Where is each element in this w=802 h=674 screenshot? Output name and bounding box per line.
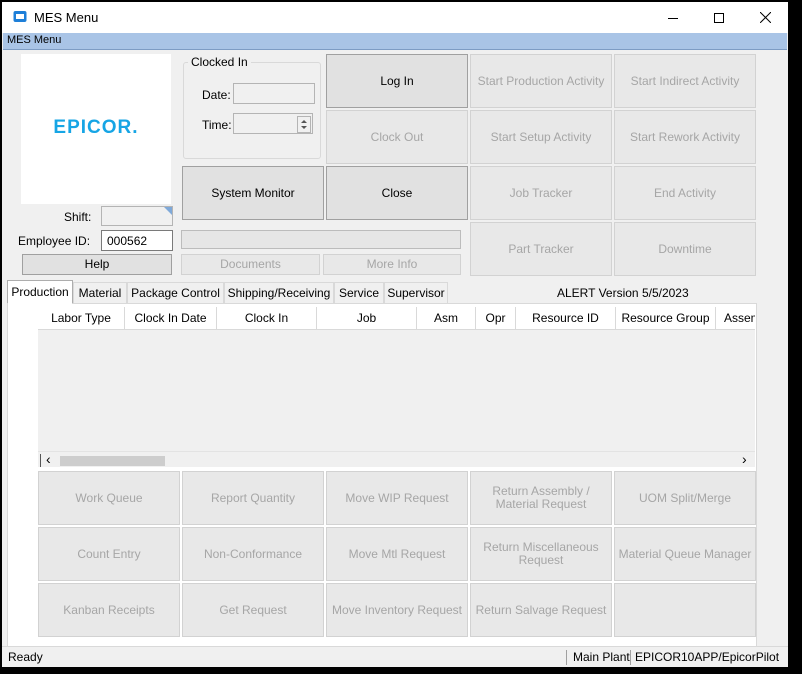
status-bar: Ready Main Plant EPICOR10APP/EpicorPilot xyxy=(2,646,788,667)
mes-window: MES Menu MES Menu EPICOR. Clocked In Dat… xyxy=(2,2,788,667)
start-indirect-button[interactable]: Start Indirect Activity xyxy=(614,54,756,108)
col-resource-group[interactable]: Resource Group xyxy=(616,307,716,329)
close-icon xyxy=(759,12,771,23)
title-bar: MES Menu xyxy=(2,2,788,33)
tab-production[interactable]: Production xyxy=(7,280,73,304)
dropdown-corner-icon xyxy=(164,207,172,215)
labor-grid[interactable]: Labor Type Clock In Date Clock In Job As… xyxy=(38,307,755,467)
clocked-in-title: Clocked In xyxy=(188,55,251,69)
material-queue-manager-button[interactable]: Material Queue Manager xyxy=(614,527,756,581)
employee-id-label: Employee ID: xyxy=(18,234,91,248)
employee-id-field[interactable]: 000562 xyxy=(101,230,173,251)
col-asm[interactable]: Asm xyxy=(417,307,476,329)
col-clock-in-date[interactable]: Clock In Date xyxy=(125,307,217,329)
part-tracker-button[interactable]: Part Tracker xyxy=(470,222,612,276)
maximize-button[interactable] xyxy=(696,2,742,33)
downtime-button[interactable]: Downtime xyxy=(614,222,756,276)
get-request-button[interactable]: Get Request xyxy=(182,583,324,637)
time-label: Time: xyxy=(202,118,232,132)
shift-label: Shift: xyxy=(64,210,92,224)
date-label: Date: xyxy=(202,88,231,102)
return-salvage-request-button[interactable]: Return Salvage Request xyxy=(470,583,612,637)
end-activity-button[interactable]: End Activity xyxy=(614,166,756,220)
kanban-receipts-button[interactable]: Kanban Receipts xyxy=(38,583,180,637)
status-separator xyxy=(630,650,631,665)
menu-bar-label[interactable]: MES Menu xyxy=(7,34,61,46)
minimize-button[interactable] xyxy=(650,2,696,33)
work-queue-button[interactable]: Work Queue xyxy=(38,471,180,525)
maximize-icon xyxy=(714,12,724,23)
scroll-thumb[interactable] xyxy=(60,456,165,466)
scroll-edge-marker xyxy=(40,454,41,467)
return-miscellaneous-button[interactable]: Return Miscellaneous Request xyxy=(470,527,612,581)
tab-supervisor[interactable]: Supervisor xyxy=(384,282,448,303)
mes-app-icon xyxy=(13,11,27,22)
col-assembly[interactable]: Assem xyxy=(716,307,755,329)
job-tracker-button[interactable]: Job Tracker xyxy=(470,166,612,220)
uom-split-merge-button[interactable]: UOM Split/Merge xyxy=(614,471,756,525)
system-monitor-button[interactable]: System Monitor xyxy=(182,166,324,220)
status-separator xyxy=(566,650,567,665)
date-field xyxy=(233,83,315,104)
start-rework-button[interactable]: Start Rework Activity xyxy=(614,110,756,164)
start-setup-button[interactable]: Start Setup Activity xyxy=(470,110,612,164)
tab-material[interactable]: Material xyxy=(73,282,127,303)
epicor-logo: EPICOR. xyxy=(53,117,139,138)
col-opr[interactable]: Opr xyxy=(476,307,516,329)
logo-panel: EPICOR. xyxy=(21,54,171,204)
grid-horizontal-scrollbar[interactable]: ‹ › xyxy=(38,451,755,467)
move-inventory-request-button[interactable]: Move Inventory Request xyxy=(326,583,468,637)
tab-service[interactable]: Service xyxy=(334,282,384,303)
count-entry-button[interactable]: Count Entry xyxy=(38,527,180,581)
time-spinner xyxy=(297,116,311,133)
alert-version-text: ALERT Version 5/5/2023 xyxy=(557,286,689,300)
non-conformance-button[interactable]: Non-Conformance xyxy=(182,527,324,581)
more-info-button[interactable]: More Info xyxy=(323,254,461,275)
tab-shipping-receiving[interactable]: Shipping/Receiving xyxy=(224,282,334,303)
shift-field[interactable] xyxy=(101,206,173,226)
close-window-button[interactable] xyxy=(742,2,788,33)
return-assembly-material-button[interactable]: Return Assembly / Material Request xyxy=(470,471,612,525)
time-field xyxy=(233,113,313,134)
window-title: MES Menu xyxy=(34,10,99,25)
col-labor-type[interactable]: Labor Type xyxy=(38,307,125,329)
status-progress-bar xyxy=(181,230,461,249)
status-plant: Main Plant xyxy=(573,650,630,664)
help-button[interactable]: Help xyxy=(22,254,172,275)
col-resource-id[interactable]: Resource ID xyxy=(516,307,616,329)
empty-action-button xyxy=(614,583,756,637)
menu-bar: MES Menu xyxy=(3,33,787,50)
tab-package-control[interactable]: Package Control xyxy=(127,282,224,303)
scroll-left-icon[interactable]: ‹ xyxy=(46,451,51,467)
close-button[interactable]: Close xyxy=(326,166,468,220)
log-in-button[interactable]: Log In xyxy=(326,54,468,108)
move-wip-request-button[interactable]: Move WIP Request xyxy=(326,471,468,525)
documents-button[interactable]: Documents xyxy=(181,254,320,275)
move-mtl-request-button[interactable]: Move Mtl Request xyxy=(326,527,468,581)
col-clock-in[interactable]: Clock In xyxy=(217,307,317,329)
grid-header: Labor Type Clock In Date Clock In Job As… xyxy=(38,307,755,330)
start-production-button[interactable]: Start Production Activity xyxy=(470,54,612,108)
report-quantity-button[interactable]: Report Quantity xyxy=(182,471,324,525)
clock-out-button[interactable]: Clock Out xyxy=(326,110,468,164)
scroll-right-icon[interactable]: › xyxy=(742,451,747,467)
spinner-arrows-icon xyxy=(301,120,307,129)
clocked-in-group xyxy=(183,62,321,159)
minimize-icon xyxy=(668,17,678,19)
status-server: EPICOR10APP/EpicorPilot xyxy=(635,650,780,664)
status-ready: Ready xyxy=(8,650,43,664)
col-job[interactable]: Job xyxy=(317,307,417,329)
